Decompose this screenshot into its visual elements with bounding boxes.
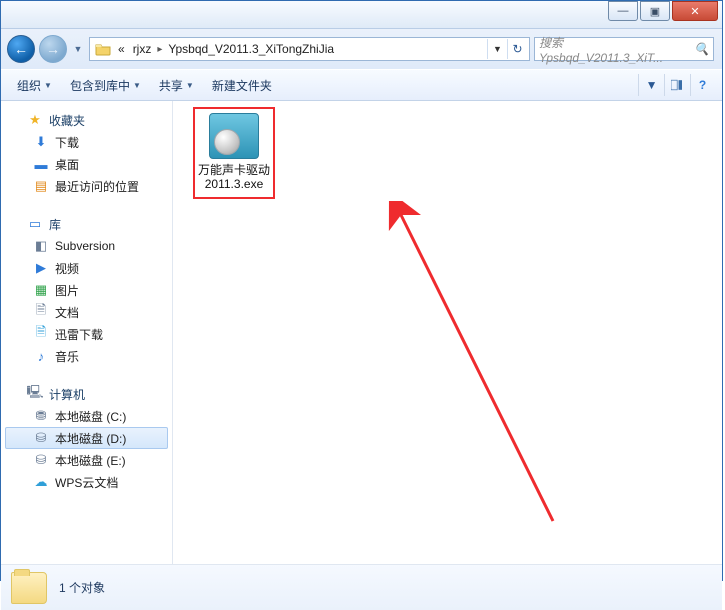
sidebar-group-libraries: ▭ 库 ◧Subversion ▶视频 ▦图片 🗎文档 🗎迅雷下载 ♪音乐 bbox=[1, 213, 172, 367]
video-icon: ▶ bbox=[33, 260, 49, 276]
sidebar-header-computer[interactable]: 🖳 计算机 bbox=[1, 383, 172, 405]
sidebar-item-desktop[interactable]: ▬桌面 bbox=[1, 153, 172, 175]
folder-icon bbox=[11, 572, 47, 604]
breadcrumb[interactable]: Ypsbqd_V2011.3_XiTongZhiJia bbox=[164, 42, 338, 56]
share-button[interactable]: 共享▼ bbox=[151, 73, 202, 98]
library-icon: ▭ bbox=[27, 216, 43, 232]
disk-icon: ⛃ bbox=[33, 408, 49, 424]
crumb-prefix: « bbox=[114, 42, 129, 56]
subversion-icon: ◧ bbox=[33, 238, 49, 254]
sidebar-label: 计算机 bbox=[49, 386, 85, 403]
sidebar-item-disk-c[interactable]: ⛃本地磁盘 (C:) bbox=[1, 405, 172, 427]
sidebar-label: 库 bbox=[49, 216, 61, 233]
maximize-button[interactable]: ▣ bbox=[640, 1, 670, 21]
computer-icon: 🖳 bbox=[27, 386, 43, 402]
organize-button[interactable]: 组织▼ bbox=[9, 73, 60, 98]
toolbar: 组织▼ 包含到库中▼ 共享▼ 新建文件夹 ▼ ? bbox=[1, 69, 722, 101]
sidebar-group-computer: 🖳 计算机 ⛃本地磁盘 (C:) ⛁本地磁盘 (D:) ⛁本地磁盘 (E:) ☁… bbox=[1, 383, 172, 493]
search-placeholder: 搜索 Ypsbqd_V2011.3_XiT... bbox=[539, 34, 690, 65]
chevron-down-icon: ▼ bbox=[186, 81, 194, 90]
address-dropdown[interactable]: ▼ bbox=[487, 39, 507, 59]
annotation-arrow-icon bbox=[333, 201, 583, 551]
preview-pane-button[interactable] bbox=[664, 74, 688, 96]
sidebar-item-pictures[interactable]: ▦图片 bbox=[1, 279, 172, 301]
sidebar-item-disk-d[interactable]: ⛁本地磁盘 (D:) bbox=[5, 427, 168, 449]
sidebar-item-subversion[interactable]: ◧Subversion bbox=[1, 235, 172, 257]
sidebar-item-videos[interactable]: ▶视频 bbox=[1, 257, 172, 279]
refresh-button[interactable]: ↻ bbox=[507, 39, 527, 59]
disk-icon: ⛁ bbox=[33, 452, 49, 468]
music-icon: ♪ bbox=[33, 348, 49, 364]
installer-icon bbox=[209, 113, 259, 159]
documents-icon: 🗎 bbox=[33, 304, 49, 320]
sidebar-header-favorites[interactable]: ★ 收藏夹 bbox=[1, 109, 172, 131]
help-button[interactable]: ? bbox=[690, 74, 714, 96]
titlebar: — ▣ ✕ bbox=[1, 1, 722, 29]
sidebar-group-favorites: ★ 收藏夹 ⬇下载 ▬桌面 ▤最近访问的位置 bbox=[1, 109, 172, 197]
sidebar: ★ 收藏夹 ⬇下载 ▬桌面 ▤最近访问的位置 ▭ 库 ◧Subversion ▶… bbox=[1, 101, 173, 564]
body: ★ 收藏夹 ⬇下载 ▬桌面 ▤最近访问的位置 ▭ 库 ◧Subversion ▶… bbox=[1, 101, 722, 564]
sidebar-item-xunlei[interactable]: 🗎迅雷下载 bbox=[1, 323, 172, 345]
close-button[interactable]: ✕ bbox=[672, 1, 718, 21]
folder-icon bbox=[94, 40, 112, 58]
nav-history-dropdown[interactable]: ▼ bbox=[71, 44, 85, 54]
search-input[interactable]: 搜索 Ypsbqd_V2011.3_XiT... 🔍 bbox=[534, 37, 714, 61]
xunlei-icon: 🗎 bbox=[33, 326, 49, 342]
nav-row: ← → ▼ « rjxz ▸ Ypsbqd_V2011.3_XiTongZhiJ… bbox=[1, 29, 722, 69]
sidebar-label: 收藏夹 bbox=[49, 112, 85, 129]
star-icon: ★ bbox=[27, 112, 43, 128]
chevron-down-icon: ▼ bbox=[44, 81, 52, 90]
desktop-icon: ▬ bbox=[33, 156, 49, 172]
sidebar-item-documents[interactable]: 🗎文档 bbox=[1, 301, 172, 323]
sidebar-item-wps-cloud[interactable]: ☁WPS云文档 bbox=[1, 471, 172, 493]
minimize-button[interactable]: — bbox=[608, 1, 638, 21]
pictures-icon: ▦ bbox=[33, 282, 49, 298]
sidebar-item-downloads[interactable]: ⬇下载 bbox=[1, 131, 172, 153]
sidebar-item-recent[interactable]: ▤最近访问的位置 bbox=[1, 175, 172, 197]
sidebar-item-music[interactable]: ♪音乐 bbox=[1, 345, 172, 367]
content-area[interactable]: 万能声卡驱动2011.3.exe bbox=[173, 101, 722, 564]
back-button[interactable]: ← bbox=[7, 35, 35, 63]
chevron-down-icon: ▼ bbox=[133, 81, 141, 90]
disk-icon: ⛁ bbox=[33, 430, 49, 446]
recent-icon: ▤ bbox=[33, 178, 49, 194]
new-folder-button[interactable]: 新建文件夹 bbox=[204, 73, 280, 98]
view-options-button[interactable]: ▼ bbox=[638, 74, 662, 96]
download-icon: ⬇ bbox=[33, 134, 49, 150]
file-label: 万能声卡驱动2011.3.exe bbox=[197, 163, 271, 191]
file-item-highlighted[interactable]: 万能声卡驱动2011.3.exe bbox=[193, 107, 275, 199]
cloud-icon: ☁ bbox=[33, 474, 49, 490]
status-bar: 1 个对象 bbox=[1, 564, 722, 610]
explorer-window: — ▣ ✕ ← → ▼ « rjxz ▸ Ypsbqd_V2011.3_XiTo… bbox=[0, 0, 723, 581]
address-bar[interactable]: « rjxz ▸ Ypsbqd_V2011.3_XiTongZhiJia ▼ ↻ bbox=[89, 37, 530, 61]
search-icon: 🔍 bbox=[694, 42, 709, 56]
include-in-library-button[interactable]: 包含到库中▼ bbox=[62, 73, 149, 98]
chevron-right-icon[interactable]: ▸ bbox=[155, 44, 164, 55]
chevron-down-icon: ▼ bbox=[646, 78, 658, 92]
sidebar-item-disk-e[interactable]: ⛁本地磁盘 (E:) bbox=[1, 449, 172, 471]
forward-button[interactable]: → bbox=[39, 35, 67, 63]
sidebar-header-libraries[interactable]: ▭ 库 bbox=[1, 213, 172, 235]
breadcrumb[interactable]: rjxz bbox=[129, 42, 156, 56]
status-text: 1 个对象 bbox=[59, 579, 105, 596]
